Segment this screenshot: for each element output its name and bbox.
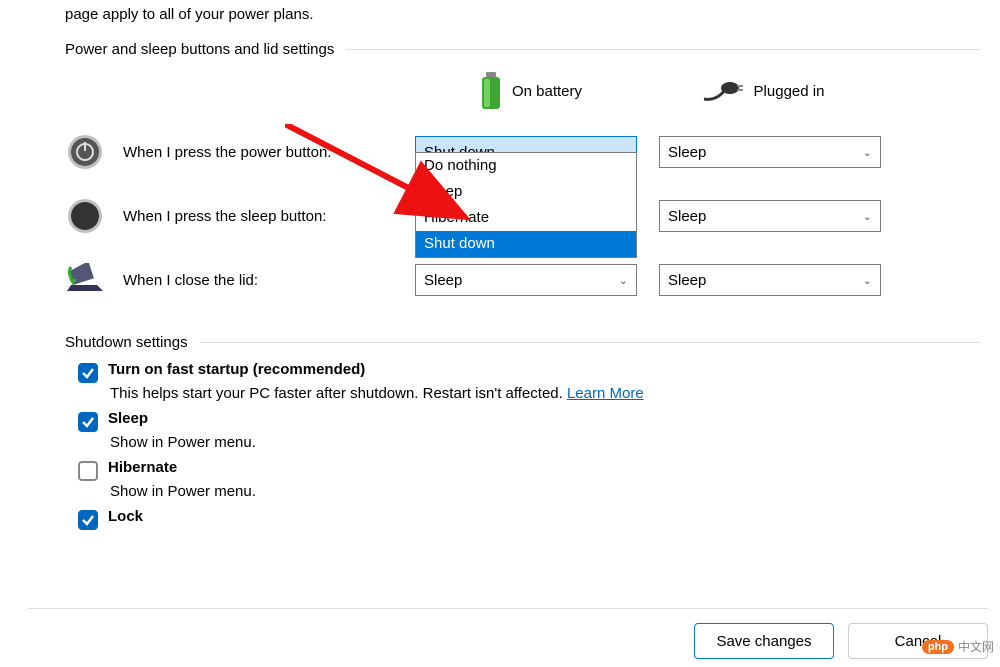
power-button-icon bbox=[65, 133, 105, 171]
intro-text: page apply to all of your power plans. bbox=[0, 0, 1000, 27]
sleep-button-plugged-value: Sleep bbox=[668, 208, 706, 225]
hibernate-label: Hibernate bbox=[108, 459, 177, 476]
section-power-sleep-title: Power and sleep buttons and lid settings bbox=[65, 41, 334, 58]
battery-icon bbox=[480, 72, 502, 110]
lid-battery-combo[interactable]: Sleep ⌄ bbox=[415, 264, 637, 296]
dropdown-option-do-nothing[interactable]: Do nothing bbox=[416, 153, 636, 179]
fast-startup-checkbox[interactable] bbox=[78, 363, 98, 383]
fast-startup-label: Turn on fast startup (recommended) bbox=[108, 361, 365, 378]
watermark-text: 中文网 bbox=[958, 638, 994, 655]
hibernate-checkbox[interactable] bbox=[78, 461, 98, 481]
chevron-down-icon: ⌄ bbox=[863, 274, 872, 287]
row-close-lid-label: When I close the lid: bbox=[123, 272, 258, 289]
dropdown-option-sleep[interactable]: Sleep bbox=[416, 179, 636, 205]
plug-icon bbox=[702, 79, 744, 103]
dropdown-option-shut-down[interactable]: Shut down bbox=[416, 231, 636, 257]
lid-battery-value: Sleep bbox=[424, 272, 462, 289]
chevron-down-icon: ⌄ bbox=[863, 210, 872, 223]
hibernate-desc: Show in Power menu. bbox=[110, 483, 1000, 500]
lock-checkbox[interactable] bbox=[78, 510, 98, 530]
power-button-battery-dropdown[interactable]: Do nothing Sleep Hibernate Shut down bbox=[415, 152, 637, 258]
watermark: php 中文网 bbox=[922, 638, 994, 655]
power-button-plugged-combo[interactable]: Sleep ⌄ bbox=[659, 136, 881, 168]
button-bar: Save changes Cancel bbox=[28, 608, 988, 659]
sleep-button-plugged-combo[interactable]: Sleep ⌄ bbox=[659, 200, 881, 232]
watermark-badge: php bbox=[922, 640, 954, 654]
section-shutdown-header: Shutdown settings bbox=[0, 312, 1000, 355]
divider bbox=[346, 49, 980, 50]
row-power-button-label: When I press the power button: bbox=[123, 144, 331, 161]
column-plugged-in: Plugged in bbox=[647, 79, 879, 103]
column-plugged-in-label: Plugged in bbox=[754, 83, 825, 100]
column-on-battery: On battery bbox=[415, 72, 647, 110]
section-power-sleep-header: Power and sleep buttons and lid settings bbox=[0, 27, 1000, 62]
lid-plugged-combo[interactable]: Sleep ⌄ bbox=[659, 264, 881, 296]
divider bbox=[200, 342, 980, 343]
lock-label: Lock bbox=[108, 508, 143, 525]
sleep-label: Sleep bbox=[108, 410, 148, 427]
sleep-checkbox[interactable] bbox=[78, 412, 98, 432]
fast-startup-desc: This helps start your PC faster after sh… bbox=[110, 385, 1000, 402]
sleep-button-icon bbox=[65, 197, 105, 235]
section-shutdown-title: Shutdown settings bbox=[65, 334, 188, 351]
sleep-desc: Show in Power menu. bbox=[110, 434, 1000, 451]
chevron-down-icon: ⌄ bbox=[619, 274, 628, 287]
save-changes-button[interactable]: Save changes bbox=[694, 623, 834, 659]
power-button-plugged-value: Sleep bbox=[668, 144, 706, 161]
chevron-down-icon: ⌄ bbox=[863, 146, 872, 159]
lid-plugged-value: Sleep bbox=[668, 272, 706, 289]
row-sleep-button-label: When I press the sleep button: bbox=[123, 208, 326, 225]
learn-more-link[interactable]: Learn More bbox=[567, 385, 644, 402]
column-on-battery-label: On battery bbox=[512, 83, 582, 100]
laptop-lid-icon bbox=[65, 263, 105, 297]
dropdown-option-hibernate[interactable]: Hibernate bbox=[416, 205, 636, 231]
